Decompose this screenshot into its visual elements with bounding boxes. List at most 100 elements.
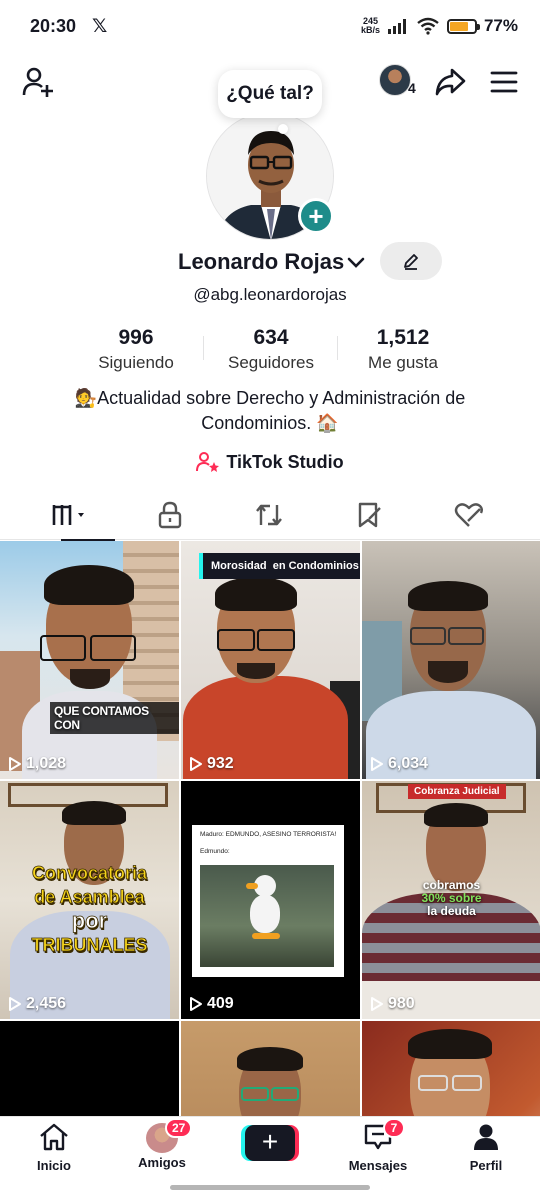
nav-messages-label: Mensajes: [348, 1158, 408, 1173]
meme-text: Maduro: EDMUNDO, ASESINO TERRORISTA!: [200, 831, 337, 838]
play-icon: [190, 757, 202, 771]
account-count: 4: [408, 80, 416, 96]
tab-reposts[interactable]: [215, 490, 323, 540]
stat-followers[interactable]: 634 Seguidores: [216, 326, 326, 373]
stat-following-label: Siguiendo: [98, 353, 174, 372]
view-count-value: 409: [207, 995, 234, 1012]
status-bubble-tail: [278, 124, 288, 134]
tab-liked[interactable]: [415, 490, 523, 540]
stat-likes-value: 1,512: [376, 326, 430, 349]
person-hair: [215, 577, 297, 611]
plus-icon: +: [245, 1125, 295, 1161]
tab-favorites[interactable]: [315, 490, 423, 540]
create-button[interactable]: +: [241, 1125, 299, 1161]
video-grid: QUE CONTAMOS CON 1,028 Morosidad en Cond…: [0, 541, 540, 1116]
menu-button[interactable]: [484, 62, 524, 102]
profile-icon: [474, 1124, 498, 1150]
chevron-down-icon[interactable]: [344, 250, 368, 274]
nav-messages[interactable]: Mensajes 7: [333, 1118, 423, 1175]
liked-icon: [454, 503, 483, 527]
person-beard: [70, 669, 110, 689]
profile-tabs: [0, 490, 540, 541]
person-beard: [428, 661, 468, 683]
view-count: 409: [189, 995, 234, 1013]
profile-name[interactable]: Leonardo Rojas: [178, 249, 344, 275]
stat-followers-label: Seguidores: [227, 353, 314, 372]
glasses-shape: [40, 635, 86, 661]
view-count: 980: [370, 995, 415, 1013]
video-thumbnail[interactable]: [181, 1021, 360, 1116]
video-thumbnail[interactable]: Morosidad en Condominios 932: [181, 541, 360, 779]
play-icon: [9, 757, 21, 771]
view-count: 2,456: [8, 995, 66, 1013]
account-switcher[interactable]: 4: [379, 64, 423, 100]
meme-card: Maduro: EDMUNDO, ASESINO TERRORISTA! Edm…: [192, 825, 344, 977]
battery-icon: [446, 18, 480, 34]
tiktok-studio-link[interactable]: TikTok Studio: [0, 451, 540, 473]
status-bubble[interactable]: ¿Qué tal?: [218, 70, 322, 118]
video-thumbnail[interactable]: [362, 1021, 540, 1116]
glasses-shape: [448, 627, 484, 645]
stat-divider: [203, 336, 204, 360]
tab-private[interactable]: [116, 490, 224, 540]
video-thumbnail[interactable]: 6,034: [362, 541, 540, 779]
view-count: 932: [189, 755, 234, 773]
profile-stats: 996 Siguiendo 634 Seguidores 1,512 Me gu…: [0, 326, 540, 376]
caption-line: por: [71, 908, 108, 933]
profile-bio: 🧑‍⚖️Actualidad sobre Derecho y Administr…: [40, 386, 500, 436]
video-thumbnail[interactable]: Cobranza Judicial cobramos 30% sobre la …: [362, 781, 540, 1019]
status-bar: 20:30 𝕏 245 kB/s 77%: [0, 0, 540, 52]
person-hair: [44, 565, 134, 605]
glasses-shape: [418, 1075, 448, 1091]
glasses-shape: [271, 1087, 299, 1101]
nav-profile[interactable]: Perfil: [441, 1123, 531, 1175]
network-speed: 245 kB/s: [361, 17, 380, 35]
status-indicators: 245 kB/s 77%: [361, 16, 518, 36]
glasses-shape: [452, 1075, 482, 1091]
glasses-shape: [90, 635, 136, 661]
signal-icon: [387, 19, 406, 34]
battery-fill: [449, 21, 469, 31]
video-thumbnail[interactable]: Maduro: EDMUNDO, ASESINO TERRORISTA! Edm…: [181, 781, 360, 1019]
video-caption-top: Cobranza Judicial: [408, 784, 506, 799]
studio-user-star-icon: [196, 452, 220, 472]
repost-icon: [256, 504, 282, 526]
person-hair: [62, 801, 126, 825]
bio-line-2: Condominios. 🏠: [201, 413, 339, 433]
nav-friends-label: Amigos: [138, 1155, 186, 1170]
nav-home[interactable]: Inicio: [9, 1123, 99, 1175]
video-thumbnail[interactable]: [0, 1021, 179, 1116]
play-icon: [371, 997, 383, 1011]
person-hair: [408, 581, 488, 611]
view-count: 1,028: [8, 755, 66, 773]
x-logo-icon: 𝕏: [92, 15, 108, 37]
edit-profile-button[interactable]: [380, 242, 442, 280]
meme-text: Edmundo:: [200, 848, 230, 855]
view-count-value: 980: [388, 995, 415, 1012]
person-hair: [424, 803, 488, 827]
view-count-value: 1,028: [26, 755, 67, 772]
bookmark-icon: [358, 502, 381, 528]
play-icon: [371, 757, 383, 771]
add-friend-button[interactable]: [18, 62, 58, 102]
add-story-button[interactable]: +: [298, 198, 334, 234]
friends-badge: 27: [165, 1118, 193, 1138]
video-thumbnail[interactable]: QUE CONTAMOS CON 1,028: [0, 541, 179, 779]
home-icon: [40, 1123, 68, 1151]
meme-image: [200, 865, 334, 967]
caption-line: de Asamblea: [34, 887, 145, 908]
share-icon: [435, 68, 466, 96]
tab-videos[interactable]: [17, 490, 125, 541]
stat-following[interactable]: 996 Siguiendo: [86, 326, 186, 373]
hamburger-menu-icon: [490, 71, 518, 93]
nav-friends[interactable]: Amigos 27: [117, 1118, 207, 1175]
play-icon: [190, 997, 202, 1011]
share-button[interactable]: [430, 62, 470, 102]
video-caption: cobramos 30% sobre la deuda: [362, 879, 540, 918]
videos-grid-icon: [52, 505, 84, 525]
home-indicator: [170, 1185, 370, 1190]
video-caption: Morosidad en Condominios: [199, 553, 360, 579]
video-thumbnail[interactable]: Convocatoria de Asamblea por TRIBUNALES …: [0, 781, 179, 1019]
stat-likes[interactable]: 1,512 Me gusta: [350, 326, 456, 373]
status-time: 20:30: [30, 15, 77, 36]
